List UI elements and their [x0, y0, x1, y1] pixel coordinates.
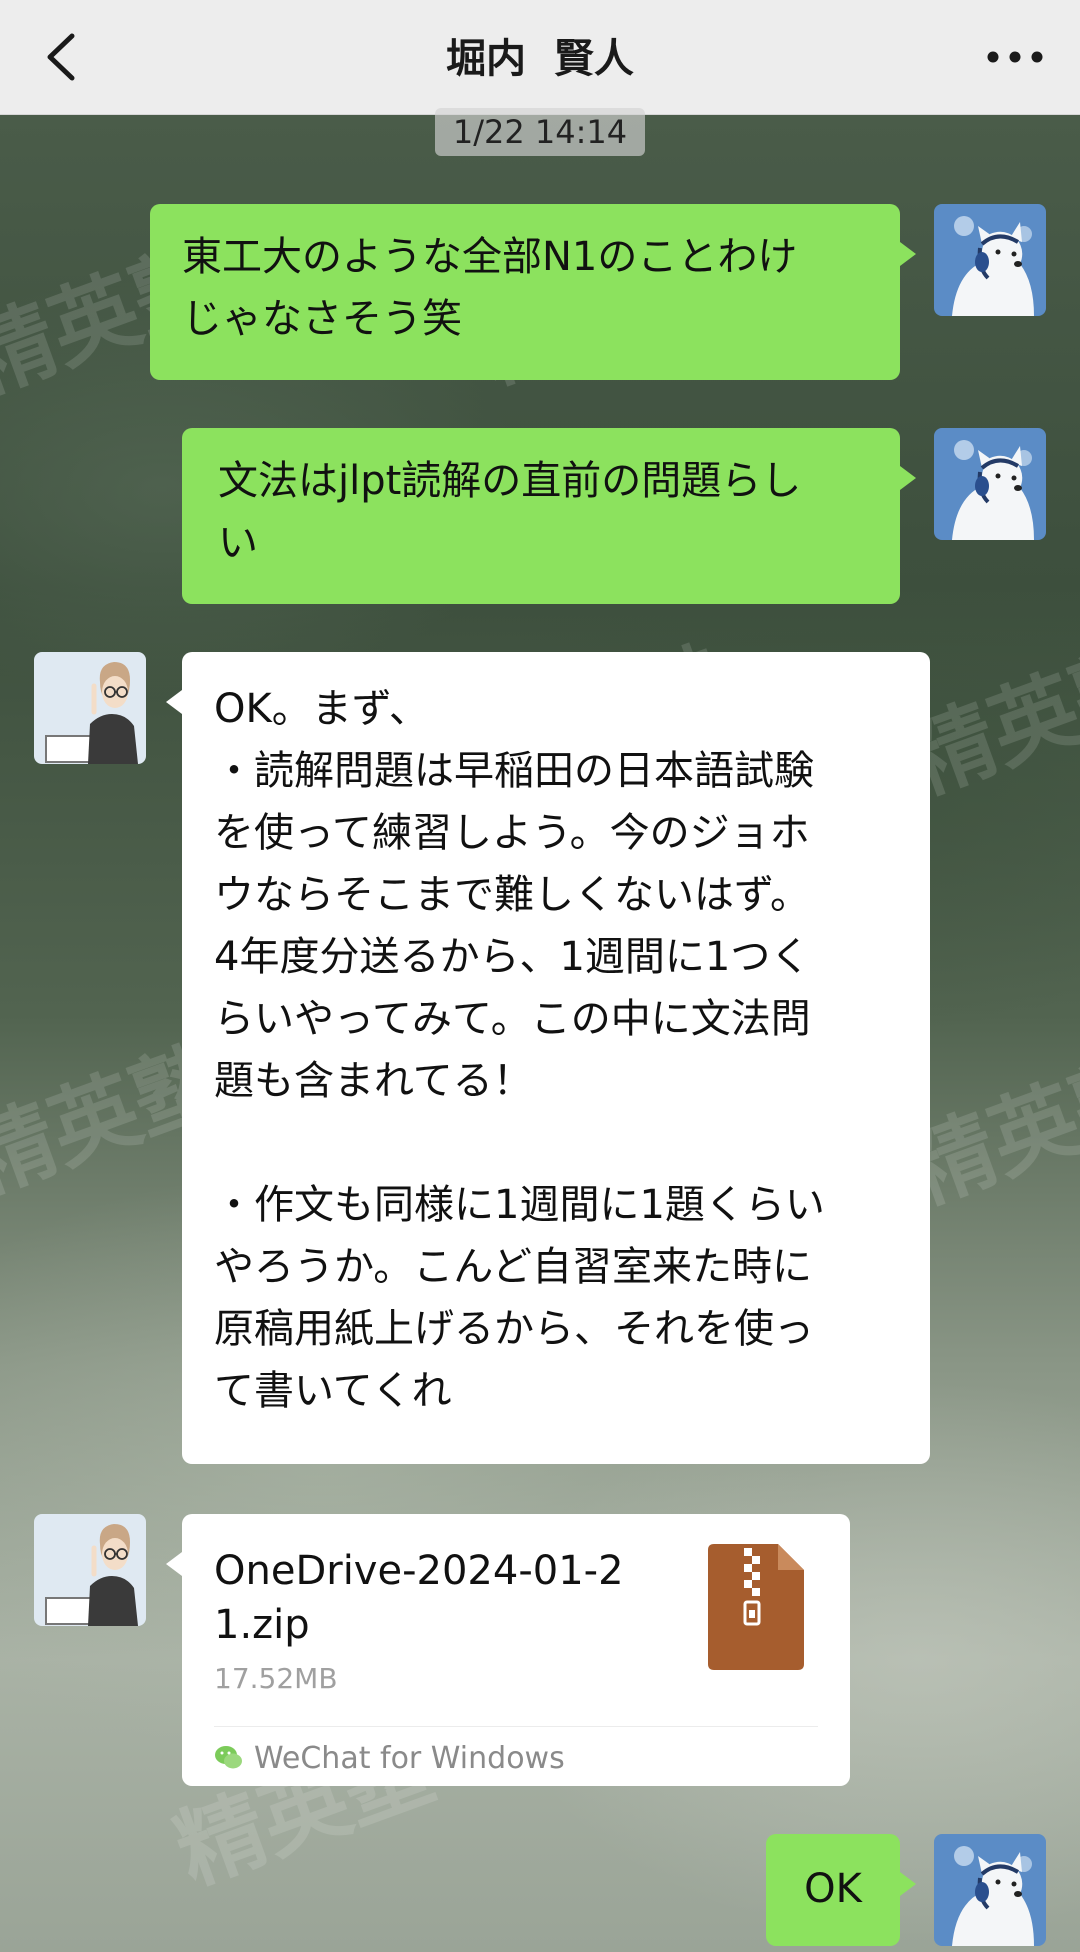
chat-header: 堀内 賢人	[0, 0, 1080, 115]
file-source-label: WeChat for Windows	[254, 1740, 565, 1776]
my-avatar[interactable]	[934, 428, 1046, 540]
message-line: OK。まず、	[214, 686, 429, 732]
samoyed-avatar-icon	[934, 1834, 1046, 1946]
more-button[interactable]	[980, 22, 1050, 92]
message-line: 文法はjlpt読解の直前の問題らし	[218, 458, 802, 504]
contact-avatar[interactable]	[34, 652, 146, 764]
message-line: 原稿用紙上げるから、それを使っ	[214, 1306, 814, 1352]
file-message-card[interactable]: OneDrive-2024-01-2 1.zip 17.52MB WeChat …	[166, 1514, 850, 1786]
file-source: WeChat for Windows	[214, 1736, 565, 1780]
divider	[214, 1726, 818, 1727]
back-button[interactable]	[30, 22, 100, 92]
sent-message-bubble[interactable]: OK	[766, 1834, 916, 1946]
message-line: OK	[804, 1866, 862, 1912]
message-line: 題も含まれてる！	[214, 1058, 533, 1104]
my-avatar[interactable]	[934, 1834, 1046, 1946]
message-line: ・読解問題は早稲田の日本語試験	[214, 748, 814, 794]
chat-title: 堀内 賢人	[446, 36, 634, 82]
file-name-line: OneDrive-2024-01-2	[214, 1548, 624, 1594]
file-name-line: 1.zip	[214, 1602, 310, 1648]
zip-file-icon	[708, 1544, 804, 1670]
samoyed-avatar-icon	[934, 204, 1046, 316]
message-line: じゃなさそう笑	[182, 296, 462, 342]
message-line: を使って練習しよう。今のジョホ	[214, 810, 810, 856]
message-line: ・作文も同様に1週間に1題くらい	[214, 1182, 825, 1228]
chevron-left-icon	[47, 33, 75, 81]
my-avatar[interactable]	[934, 204, 1046, 316]
message-line: やろうか。こんど自習室来た時に	[214, 1244, 812, 1290]
more-dots-icon	[987, 51, 1043, 63]
message-line: ウならそこまで難しくないはず。	[214, 872, 810, 918]
received-message-bubble[interactable]: OK。まず、 ・読解問題は早稲田の日本語試験 を使って練習しよう。今のジョホ ウ…	[166, 652, 930, 1464]
sent-message-bubble[interactable]: 東工大のような全部N1のことわけ じゃなさそう笑	[150, 204, 916, 380]
samoyed-avatar-icon	[934, 428, 1046, 540]
message-line: い	[218, 520, 258, 566]
sent-message-bubble[interactable]: 文法はjlpt読解の直前の問題らし い	[182, 428, 916, 604]
message-line: て書いてくれ	[214, 1368, 452, 1414]
chat-screen: 精英塾 精英塾 精英塾 精英塾 精英塾 精英塾 精英塾 精英塾 堀内 賢人 1/…	[0, 0, 1080, 1952]
file-name: OneDrive-2024-01-2 1.zip	[214, 1544, 664, 1652]
teacher-avatar-icon	[34, 652, 146, 764]
wechat-icon	[215, 1746, 242, 1769]
message-timestamp: 1/22 14:14	[435, 108, 645, 156]
contact-avatar[interactable]	[34, 1514, 146, 1626]
message-line: 4年度分送るから、1週間に1つく	[214, 934, 811, 980]
message-line: らいやってみて。この中に文法問	[214, 996, 811, 1042]
message-line: 東工大のような全部N1のことわけ	[182, 234, 798, 280]
file-size: 17.52MB	[214, 1662, 338, 1695]
teacher-avatar-icon	[34, 1514, 146, 1626]
message-line	[214, 1112, 900, 1174]
